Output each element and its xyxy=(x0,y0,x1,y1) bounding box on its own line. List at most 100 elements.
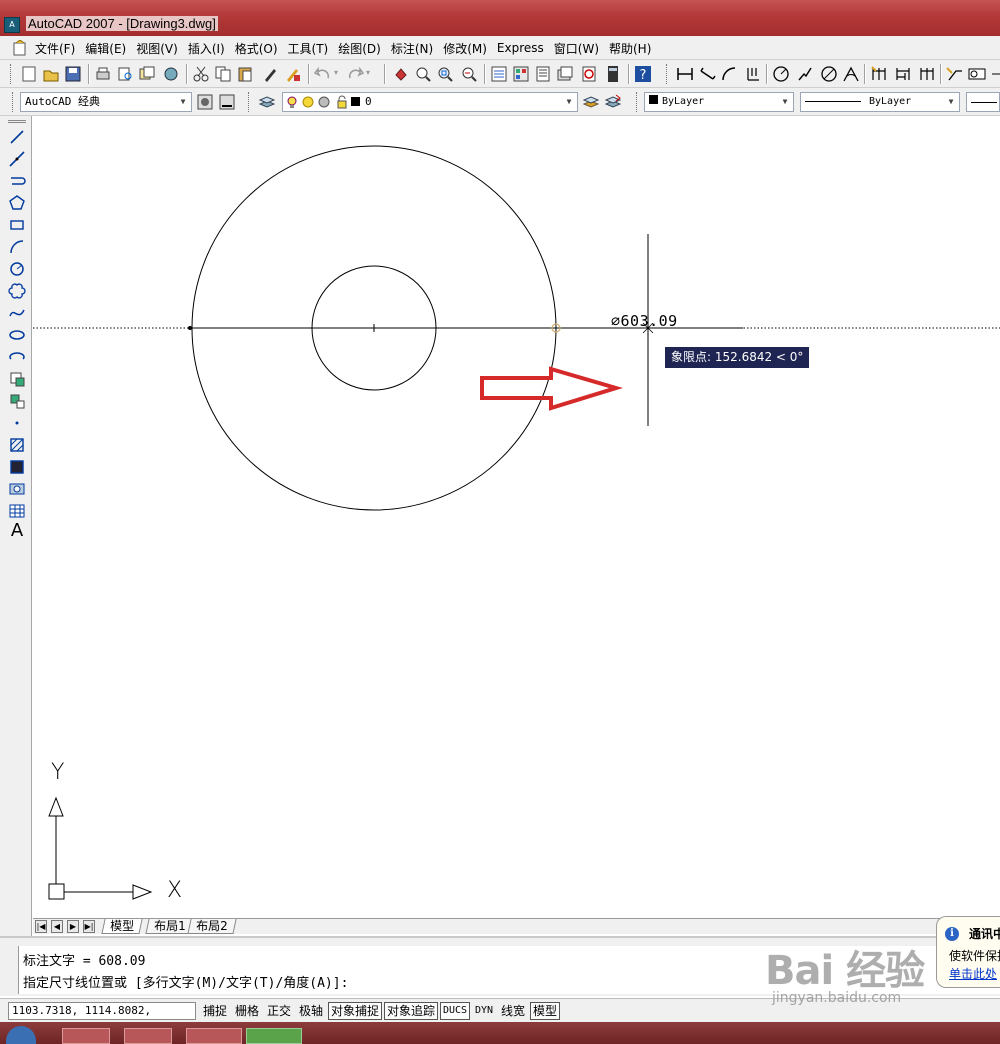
lineweight-toggle[interactable]: 线宽 xyxy=(498,1002,528,1020)
tolerance-icon[interactable] xyxy=(968,65,986,83)
tool-palettes-icon[interactable] xyxy=(534,65,552,83)
prev-tab-icon[interactable]: ◀ xyxy=(51,920,63,933)
point-icon[interactable] xyxy=(8,414,26,432)
plot-preview-icon[interactable] xyxy=(116,65,134,83)
autocad-app-icon[interactable]: A xyxy=(4,17,20,33)
gradient-icon[interactable] xyxy=(8,458,26,476)
toolbar-grip[interactable] xyxy=(636,92,639,112)
hatch-icon[interactable] xyxy=(8,436,26,454)
menu-dimension[interactable]: 标注(N) xyxy=(386,40,438,57)
quick-dimension-icon[interactable] xyxy=(870,65,888,83)
zoom-previous-icon[interactable] xyxy=(460,65,478,83)
copy-icon[interactable] xyxy=(214,65,232,83)
chevron-down-icon[interactable]: ▼ xyxy=(945,93,957,111)
next-tab-icon[interactable]: ▶ xyxy=(67,920,79,933)
block-editor-icon[interactable] xyxy=(284,65,302,83)
baseline-dimension-icon[interactable] xyxy=(894,65,912,83)
aligned-dimension-icon[interactable] xyxy=(698,65,716,83)
tab-layout2[interactable]: 布局2 xyxy=(187,919,237,934)
polar-toggle[interactable]: 极轴 xyxy=(296,1002,326,1020)
lock-icon[interactable] xyxy=(335,95,349,109)
linear-dimension-icon[interactable] xyxy=(676,65,694,83)
new-file-icon[interactable] xyxy=(20,65,38,83)
save-icon[interactable] xyxy=(64,65,82,83)
taskbar-item[interactable] xyxy=(246,1028,302,1044)
arc-icon[interactable] xyxy=(8,238,26,256)
cut-icon[interactable] xyxy=(192,65,210,83)
menu-modify[interactable]: 修改(M) xyxy=(438,40,492,57)
taskbar-item[interactable] xyxy=(62,1028,110,1044)
linetype-select[interactable]: ByLayer ▼ xyxy=(800,92,960,112)
osnap-toggle[interactable]: 对象捕捉 xyxy=(328,1002,383,1020)
toolbar-grip[interactable] xyxy=(12,92,15,112)
menu-view[interactable]: 视图(V) xyxy=(131,40,183,57)
ortho-toggle[interactable]: 正交 xyxy=(264,1002,294,1020)
arc-length-icon[interactable] xyxy=(720,65,738,83)
ellipse-icon[interactable] xyxy=(8,326,26,344)
toolbar-grip[interactable] xyxy=(8,120,26,123)
command-prompt[interactable]: 指定尺寸线位置或 [多行文字(M)/文字(T)/角度(A)]: xyxy=(23,972,348,991)
chevron-down-icon[interactable]: ▼ xyxy=(779,93,791,111)
menu-draw[interactable]: 绘图(D) xyxy=(333,40,386,57)
revision-cloud-icon[interactable] xyxy=(8,282,26,300)
help-icon[interactable]: ? xyxy=(634,65,652,83)
snap-toggle[interactable]: 捕捉 xyxy=(200,1002,230,1020)
chevron-down-icon[interactable]: ▼ xyxy=(563,93,575,111)
drawing-canvas[interactable]: Y X xyxy=(33,116,1000,918)
menu-edit[interactable]: 编辑(E) xyxy=(80,40,131,57)
menu-file[interactable]: 文件(F) xyxy=(30,40,80,57)
workspace-save-icon[interactable] xyxy=(218,93,236,111)
lightbulb-icon[interactable] xyxy=(285,95,299,109)
quick-leader-icon[interactable] xyxy=(946,65,964,83)
tab-model[interactable]: 模型 xyxy=(101,919,143,934)
color-select[interactable]: ByLayer ▼ xyxy=(644,92,794,112)
insert-block-icon[interactable] xyxy=(8,370,26,388)
layer-previous-icon[interactable] xyxy=(604,93,622,111)
taskbar-item[interactable] xyxy=(186,1028,242,1044)
workspace-select[interactable]: AutoCAD 经典 ▼ xyxy=(20,92,192,112)
layer-properties-icon[interactable] xyxy=(258,93,276,111)
design-center-icon[interactable] xyxy=(512,65,530,83)
zoom-realtime-icon[interactable] xyxy=(414,65,432,83)
notification-balloon[interactable]: i 通讯中 使软件保持 单击此处 xyxy=(936,916,1000,988)
redo-dropdown-icon[interactable]: ▾ xyxy=(366,68,370,77)
quickcalc-icon[interactable] xyxy=(604,65,622,83)
paste-icon[interactable] xyxy=(236,65,254,83)
chevron-down-icon[interactable]: ▼ xyxy=(177,93,189,111)
taskbar-item[interactable] xyxy=(124,1028,172,1044)
ellipse-arc-icon[interactable] xyxy=(8,348,26,366)
viewport-freeze-icon[interactable] xyxy=(317,95,331,109)
jogged-dimension-icon[interactable] xyxy=(796,65,814,83)
plot-icon[interactable] xyxy=(94,65,112,83)
undo-icon[interactable] xyxy=(314,65,332,83)
diameter-dimension-icon[interactable] xyxy=(820,65,838,83)
properties-icon[interactable] xyxy=(490,65,508,83)
sun-icon[interactable] xyxy=(301,95,315,109)
circle-icon[interactable] xyxy=(8,260,26,278)
3d-dwf-icon[interactable] xyxy=(162,65,180,83)
multiline-text-icon[interactable]: A xyxy=(8,522,26,540)
zoom-window-icon[interactable] xyxy=(436,65,454,83)
coordinate-display[interactable]: 1103.7318, 1114.8082, 0.0000 xyxy=(8,1002,196,1033)
menu-express[interactable]: Express xyxy=(492,41,549,55)
table-icon[interactable] xyxy=(8,502,26,520)
construction-line-icon[interactable] xyxy=(8,150,26,168)
toolbar-grip[interactable] xyxy=(666,64,669,84)
layer-select[interactable]: 0 ▼ xyxy=(282,92,578,112)
pan-icon[interactable] xyxy=(392,65,410,83)
radius-dimension-icon[interactable] xyxy=(772,65,790,83)
menu-insert[interactable]: 插入(I) xyxy=(183,40,230,57)
sheet-set-manager-icon[interactable] xyxy=(556,65,574,83)
continue-dimension-icon[interactable] xyxy=(918,65,936,83)
model-toggle[interactable]: 模型 xyxy=(530,1002,561,1020)
toolbar-grip[interactable] xyxy=(248,92,251,112)
last-tab-icon[interactable]: ▶| xyxy=(83,920,95,933)
markup-set-manager-icon[interactable] xyxy=(580,65,598,83)
lineweight-select[interactable] xyxy=(966,92,1000,112)
menu-window[interactable]: 窗口(W) xyxy=(549,40,604,57)
document-menu-icon[interactable] xyxy=(12,40,28,56)
polygon-icon[interactable] xyxy=(8,194,26,212)
match-properties-icon[interactable] xyxy=(262,65,280,83)
rectangle-icon[interactable] xyxy=(8,216,26,234)
make-layer-current-icon[interactable] xyxy=(582,93,600,111)
